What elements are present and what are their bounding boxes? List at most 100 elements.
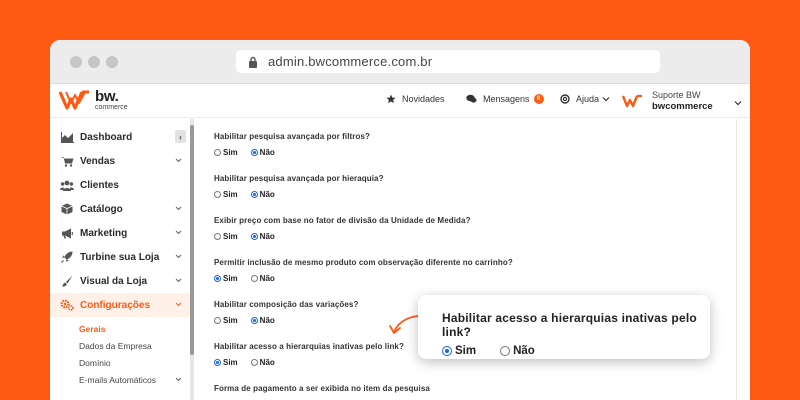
- chevron-down-icon: [175, 206, 182, 211]
- highlight-callout: Habilitar acesso a hierarquias inativas …: [418, 295, 710, 359]
- radio-option-nao[interactable]: Não: [250, 148, 275, 157]
- user-menu[interactable]: Suporte BW bwcommerce: [622, 90, 742, 112]
- logo-mark-icon: [58, 90, 89, 110]
- scrollbar-thumb[interactable]: [190, 125, 194, 355]
- brush-icon: [60, 275, 74, 287]
- option-label: Não: [259, 358, 275, 367]
- submenu-item-emails[interactable]: E-mails Automáticos: [50, 371, 190, 388]
- news-label: Novidades: [402, 94, 445, 104]
- radio-option-nao[interactable]: Não: [250, 274, 275, 283]
- collapse-sidebar-button[interactable]: ‹: [175, 130, 186, 143]
- option-label: Não: [259, 316, 275, 325]
- option-label: Sim: [223, 232, 238, 241]
- sidebar-item-label: Catálogo: [80, 203, 123, 215]
- radio-option-sim[interactable]: Sim: [214, 148, 238, 157]
- messages-link[interactable]: Mensagens 8: [466, 94, 544, 104]
- sidebar-item-turbine[interactable]: Turbine sua Loja: [50, 245, 190, 269]
- radio-button[interactable]: [214, 317, 221, 324]
- chevron-down-icon: [175, 278, 182, 283]
- address-bar[interactable]: admin.bwcommerce.com.br: [236, 50, 660, 73]
- radio-button[interactable]: [214, 233, 221, 240]
- chevron-down-icon: [734, 101, 742, 106]
- question-label: Exibir preço com base no fator de divisã…: [214, 216, 471, 225]
- radio-button-selected[interactable]: [442, 346, 452, 356]
- radio-button[interactable]: [214, 191, 221, 198]
- submenu-item-dominio[interactable]: Domínio: [50, 354, 190, 371]
- logo-brand: bw.: [95, 88, 119, 105]
- option-label: Não: [259, 274, 275, 283]
- question-label: Habilitar pesquisa avançada por filtros?: [214, 132, 371, 141]
- radio-button-selected[interactable]: [250, 191, 258, 198]
- radio-button-selected[interactable]: [250, 149, 258, 156]
- radio-button-selected[interactable]: [250, 233, 258, 240]
- radio-button-selected[interactable]: [214, 275, 221, 282]
- users-icon: [60, 179, 74, 191]
- window-dot: [70, 56, 82, 68]
- sidebar-item-vendas[interactable]: Vendas: [50, 149, 190, 173]
- radio-option-nao[interactable]: Não: [250, 190, 275, 199]
- question-variations: Habilitar composição das variações? Sim …: [214, 299, 358, 325]
- question-hierarchy: Habilitar pesquisa avançada por hieraqui…: [214, 173, 384, 199]
- sidebar-item-dashboard[interactable]: Dashboard ‹: [50, 125, 190, 149]
- sidebar-item-label: Marketing: [80, 227, 128, 239]
- option-label: Sim: [455, 345, 477, 357]
- submenu-item-dados-empresa[interactable]: Dados da Empresa: [50, 337, 190, 354]
- sidebar-item-configuracoes[interactable]: Configurações: [50, 293, 190, 317]
- radio-option-nao[interactable]: Não: [250, 232, 275, 241]
- question-unit-price: Exibir preço com base no fator de divisã…: [214, 215, 471, 241]
- sidebar-item-clientes[interactable]: Clientes: [50, 173, 190, 197]
- radio-button-selected[interactable]: [214, 359, 221, 366]
- radio-option-sim[interactable]: Sim: [214, 274, 238, 283]
- question-cart-note: Permitir inclusão de mesmo produto com o…: [214, 257, 513, 283]
- radio-option-sim[interactable]: Sim: [214, 190, 238, 199]
- option-label: Sim: [223, 148, 238, 157]
- brand-logo[interactable]: bw. commerce: [58, 89, 128, 111]
- logo-sub: commerce: [95, 104, 128, 111]
- radio-option-nao[interactable]: Não: [250, 316, 275, 325]
- sidebar-item-visual[interactable]: Visual da Loja: [50, 269, 190, 293]
- option-label: Não: [259, 190, 275, 199]
- question-filters: Habilitar pesquisa avançada por filtros?…: [214, 131, 370, 157]
- sidebar-subitem-label: E-mails Automáticos: [79, 374, 156, 385]
- chevron-down-icon: [175, 377, 182, 382]
- radio-option-sim[interactable]: Sim: [214, 358, 238, 367]
- option-label: Não: [259, 232, 275, 241]
- help-label: Ajuda: [576, 94, 600, 104]
- help-menu[interactable]: Ajuda: [560, 94, 610, 104]
- app-topbar: bw. commerce Novidades Mensagens 8 Ajuda…: [50, 84, 750, 118]
- pointer-arrow-icon: [389, 315, 419, 334]
- radio-option-sim[interactable]: Sim: [214, 316, 238, 325]
- question-label: Habilitar acesso a hierarquias inativas …: [214, 342, 404, 351]
- radio-button[interactable]: [250, 359, 258, 366]
- radio-button[interactable]: [500, 346, 511, 356]
- radio-option-nao[interactable]: Não: [250, 358, 275, 367]
- sidebar-item-label: Visual da Loja: [80, 275, 148, 287]
- sidebar-item-marketing[interactable]: Marketing: [50, 221, 190, 245]
- radio-button-selected[interactable]: [250, 317, 258, 324]
- radio-button[interactable]: [250, 275, 258, 282]
- user-name: bwcommerce: [652, 100, 713, 112]
- callout-label: Habilitar acesso a hierarquias inativas …: [442, 311, 697, 339]
- sidebar-item-label: Turbine sua Loja: [80, 251, 160, 263]
- radio-option-sim[interactable]: Sim: [214, 232, 238, 241]
- question-label: Habilitar composição das variações?: [214, 300, 359, 309]
- star-icon: [386, 94, 396, 104]
- callout-option-sim[interactable]: Sim: [442, 345, 476, 357]
- option-label: Sim: [223, 316, 238, 325]
- sidebar-item-label: Configurações: [80, 299, 151, 311]
- lifebuoy-icon: [560, 94, 570, 104]
- news-link[interactable]: Novidades: [386, 94, 445, 104]
- sidebar-item-catalogo[interactable]: Catálogo: [50, 197, 190, 221]
- callout-option-nao[interactable]: Não: [500, 345, 535, 357]
- sidebar-scrollbar[interactable]: [190, 119, 194, 400]
- sidebar: Dashboard ‹ Vendas Clientes Catálogo Mar…: [50, 119, 190, 400]
- submenu-item-gerais[interactable]: Gerais: [50, 320, 190, 337]
- question-label: Permitir inclusão de mesmo produto com o…: [214, 258, 513, 267]
- option-label: Sim: [223, 358, 238, 367]
- window-dot: [106, 56, 118, 68]
- user-brand-icon: [622, 94, 642, 108]
- radio-button[interactable]: [214, 149, 221, 156]
- sidebar-item-label: Dashboard: [80, 131, 133, 143]
- chevron-down-icon: [175, 230, 182, 235]
- question-label: Habilitar pesquisa avançada por hieraqui…: [214, 174, 384, 183]
